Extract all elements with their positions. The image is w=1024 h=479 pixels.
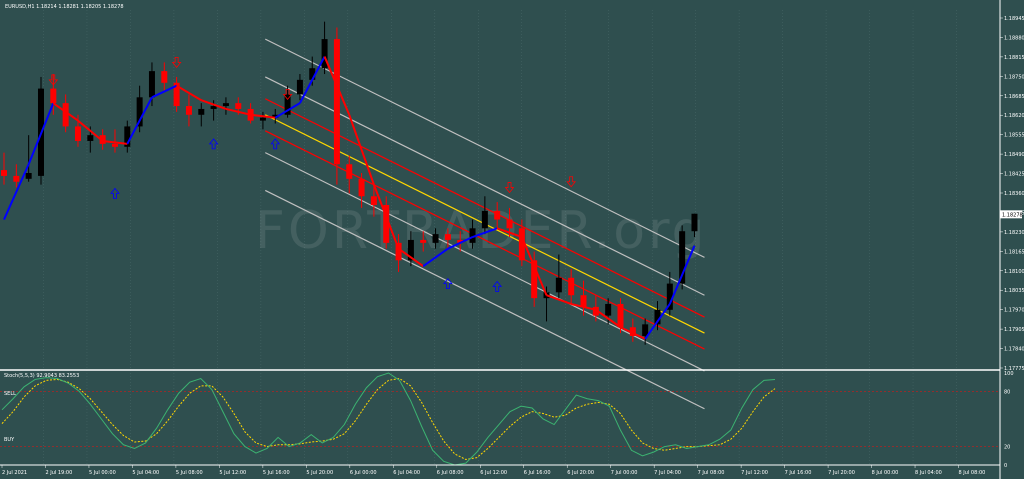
- price-label: 1.18165: [1004, 249, 1024, 255]
- time-label: 7 Jul 12:00: [741, 470, 768, 476]
- time-label: 6 Jul 04:00: [393, 470, 420, 476]
- candle-bear: [506, 219, 513, 229]
- candle-bear: [62, 103, 69, 127]
- time-label: 5 Jul 20:00: [306, 470, 333, 476]
- current-price-label: 1.18278: [1002, 212, 1023, 218]
- time-label: 8 Jul 08:00: [959, 470, 986, 476]
- price-label: 1.18360: [1004, 191, 1024, 197]
- time-label: 5 Jul 16:00: [263, 470, 290, 476]
- price-label: 1.18425: [1004, 172, 1024, 178]
- candle-bull: [296, 79, 303, 95]
- candle-bear: [13, 175, 20, 182]
- price-label: 1.18815: [1004, 55, 1024, 61]
- price-label: 1.18880: [1004, 35, 1024, 41]
- price-label: 1.18490: [1004, 152, 1024, 158]
- candle-bear: [185, 106, 192, 115]
- chart-title: EURUSD,H1 1.18214 1.18281 1.18205 1.1827…: [5, 4, 124, 10]
- candle-bear: [494, 210, 501, 220]
- watermark: FORTRADER.org: [255, 201, 708, 261]
- candle-bear: [74, 126, 81, 141]
- candle-bull: [691, 213, 698, 232]
- stochastic-title: Stoch(5,5,3) 92.9043 83.2553: [4, 373, 79, 379]
- time-label: 5 Jul 00:00: [89, 470, 116, 476]
- price-label: 1.18555: [1004, 133, 1024, 139]
- time-label: 2 Jul 19:00: [45, 470, 72, 476]
- candle-bear: [370, 196, 377, 206]
- time-label: 6 Jul 12:00: [480, 470, 507, 476]
- time-label: 6 Jul 20:00: [567, 470, 594, 476]
- time-label: 7 Jul 20:00: [828, 470, 855, 476]
- candle-bull: [25, 172, 32, 179]
- time-label: 7 Jul 00:00: [611, 470, 638, 476]
- price-label: 1.17905: [1004, 327, 1024, 333]
- price-label: 1.17840: [1004, 347, 1024, 353]
- candle-bear: [617, 303, 624, 328]
- stochastic-axis-label: 0: [1004, 463, 1007, 469]
- time-label: 8 Jul 04:00: [915, 470, 942, 476]
- time-label: 2 Jul 2021: [2, 470, 27, 476]
- time-label: 5 Jul 12:00: [219, 470, 246, 476]
- candle-bear: [50, 88, 57, 104]
- time-label: 6 Jul 08:00: [437, 470, 464, 476]
- candle-bull: [222, 103, 229, 107]
- price-label: 1.18750: [1004, 74, 1024, 80]
- stochastic-axis-label: 80: [1004, 389, 1010, 395]
- price-label: 1.17970: [1004, 308, 1024, 314]
- candle-bull: [432, 234, 439, 243]
- candle-bull: [87, 135, 94, 141]
- price-label: 1.18035: [1004, 288, 1024, 294]
- candle-bull: [148, 71, 155, 98]
- time-label: 6 Jul 16:00: [524, 470, 551, 476]
- time-label: 6 Jul 00:00: [350, 470, 377, 476]
- candle-bear: [235, 103, 242, 109]
- price-label: 1.18945: [1004, 16, 1024, 22]
- time-label: 8 Jul 00:00: [872, 470, 899, 476]
- candle-bear: [444, 234, 451, 240]
- candle-bear: [580, 295, 587, 307]
- candle-bear: [346, 164, 353, 179]
- price-label: 1.18685: [1004, 94, 1024, 100]
- candle-bear: [333, 39, 340, 165]
- buy-label: BUY: [4, 437, 15, 443]
- price-label: 1.18230: [1004, 230, 1024, 236]
- time-label: 7 Jul 04:00: [654, 470, 681, 476]
- time-label: 7 Jul 16:00: [785, 470, 812, 476]
- price-label: 1.18100: [1004, 269, 1024, 275]
- candle-bull: [210, 106, 217, 109]
- candle-bull: [198, 108, 205, 115]
- time-label: 7 Jul 08:00: [698, 470, 725, 476]
- candle-bull: [605, 303, 612, 316]
- candle-bear: [111, 143, 118, 147]
- candle-bear: [568, 277, 575, 296]
- price-label: 1.18620: [1004, 113, 1024, 119]
- stochastic-axis-label: 100: [1004, 371, 1014, 377]
- candle-bear: [420, 239, 427, 243]
- time-label: 5 Jul 04:00: [132, 470, 159, 476]
- candle-bear: [358, 178, 365, 197]
- candle-bear: [161, 71, 168, 83]
- stochastic-axis-label: 20: [1004, 445, 1010, 451]
- trading-chart[interactable]: FORTRADER.org EURUSD,H1 1.18214 1.18281 …: [0, 0, 1024, 479]
- candle-bull: [555, 277, 562, 293]
- time-label: 5 Jul 08:00: [176, 470, 203, 476]
- sell-label: SELL: [4, 391, 16, 397]
- candle-bear: [1, 170, 7, 176]
- candle-bull: [259, 117, 266, 121]
- candle-bull: [481, 210, 488, 229]
